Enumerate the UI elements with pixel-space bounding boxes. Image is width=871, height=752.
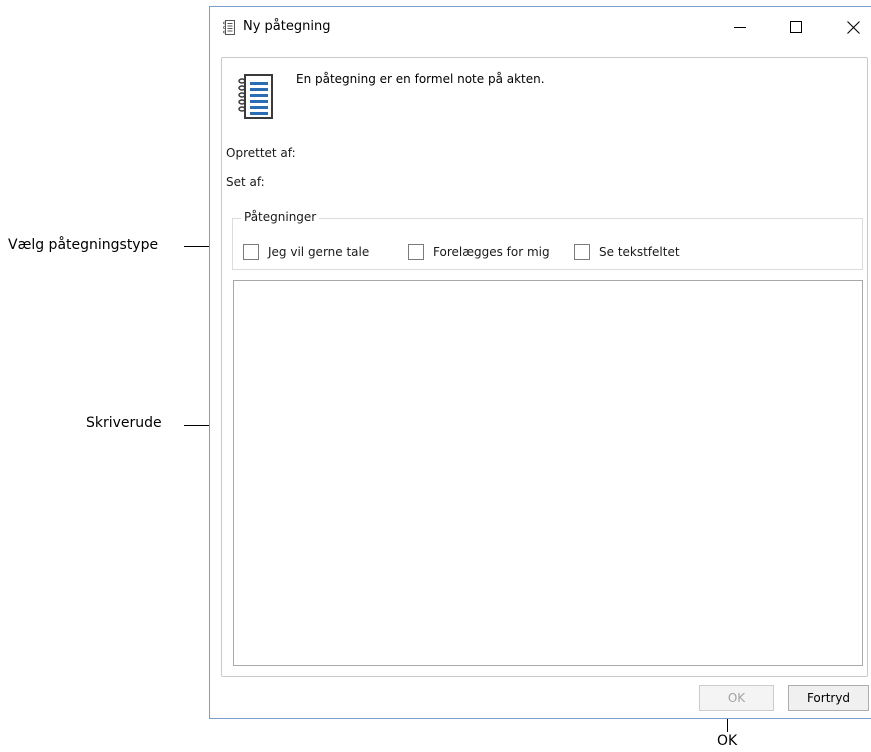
maximize-button[interactable] (773, 7, 819, 47)
checkbox-label: Forelægges for mig (433, 245, 550, 259)
minimize-button[interactable] (717, 7, 763, 47)
annotation-type-group: Påtegninger Jeg vil gerne tale Forelægge… (232, 210, 863, 270)
group-title: Påtegninger (241, 210, 320, 224)
close-button[interactable] (830, 7, 871, 47)
callout-type-label: Vælg påtegningstype (8, 237, 159, 253)
window-title: Ny påtegning (243, 19, 331, 34)
minimize-icon (734, 27, 746, 28)
checkbox-forelaegges-for-mig[interactable]: Forelægges for mig (408, 243, 550, 261)
content-panel: En påtegning er en formel note på akten.… (221, 57, 868, 677)
ok-button[interactable]: OK (699, 685, 774, 711)
checkbox-jeg-vil-gerne-tale[interactable]: Jeg vil gerne tale (243, 243, 369, 261)
seen-by-label: Set af: (226, 175, 265, 189)
dialog-description: En påtegning er en formel note på akten. (296, 72, 545, 86)
callout-ok-label: OK (717, 733, 738, 749)
maximize-icon (790, 21, 802, 33)
note-text-editor[interactable] (233, 280, 863, 666)
dialog-window: Ny påtegning En påtegning er en formel n… (209, 6, 871, 719)
close-icon (846, 20, 860, 34)
checkbox-se-tekstfeltet[interactable]: Se tekstfeltet (574, 243, 680, 261)
checkbox-label: Se tekstfeltet (599, 245, 680, 259)
cancel-button[interactable]: Fortryd (788, 685, 869, 711)
checkbox-box[interactable] (243, 244, 259, 260)
callout-editor-label: Skriverude (86, 415, 162, 431)
checkbox-label: Jeg vil gerne tale (268, 245, 370, 259)
created-by-label: Oprettet af: (226, 146, 296, 160)
title-bar[interactable]: Ny påtegning (210, 7, 871, 47)
notebook-icon (223, 20, 235, 35)
large-notebook-icon (238, 74, 273, 119)
checkbox-box[interactable] (574, 244, 590, 260)
checkbox-box[interactable] (408, 244, 424, 260)
